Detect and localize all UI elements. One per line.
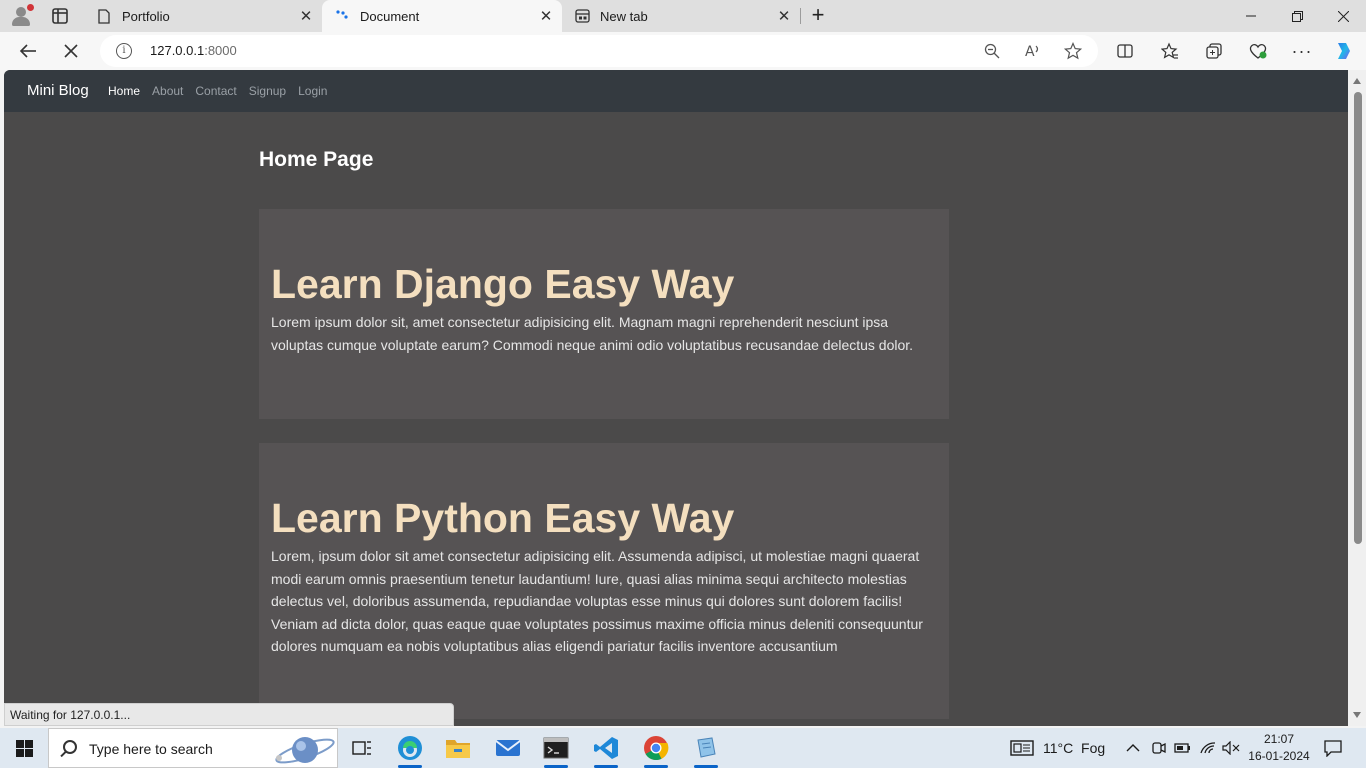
tab-actions-icon[interactable] — [50, 6, 70, 26]
tab-label: Portfolio — [122, 8, 170, 24]
clock-time: 21:07 — [1263, 732, 1295, 746]
edge-app-icon[interactable] — [386, 728, 434, 768]
weather-news-icon — [1010, 740, 1034, 756]
new-tab-button[interactable]: + — [806, 4, 830, 28]
scrollbar-thumb[interactable] — [1354, 92, 1362, 544]
nav-link-home[interactable]: Home — [108, 84, 140, 98]
svg-text:A: A — [1025, 44, 1035, 59]
tab-label: New tab — [600, 8, 648, 24]
nav-link-login[interactable]: Login — [298, 84, 327, 98]
tab-close-icon[interactable]: ✕ — [534, 4, 558, 28]
search-placeholder: Type here to search — [89, 741, 213, 757]
tab-close-icon[interactable]: ✕ — [294, 4, 318, 28]
post-title: Learn Django Easy Way — [271, 261, 735, 307]
search-icon — [63, 740, 77, 754]
task-view-icon[interactable] — [338, 728, 386, 768]
status-bubble: Waiting for 127.0.0.1... — [4, 703, 454, 726]
clock-date: 16-01-2024 — [1248, 749, 1310, 763]
battery-plug-icon[interactable] — [1174, 728, 1192, 768]
meet-now-icon[interactable] — [1150, 728, 1166, 768]
weather-widget[interactable]: 11°C Fog — [1010, 728, 1105, 768]
site-brand-link[interactable]: Mini Blog — [27, 82, 89, 99]
nav-link-about[interactable]: About — [152, 84, 183, 98]
tab-close-icon[interactable]: ✕ — [772, 4, 796, 28]
file-explorer-icon[interactable] — [434, 728, 482, 768]
vscode-app-icon[interactable] — [582, 728, 630, 768]
address-bar[interactable]: i 127.0.0.1:8000 A — [100, 35, 1098, 67]
post-body: Lorem, ipsum dolor sit amet consectetur … — [271, 548, 923, 654]
collections-icon[interactable] — [1199, 36, 1229, 66]
show-hidden-icons-chevron-icon[interactable] — [1126, 728, 1140, 768]
close-window-icon[interactable] — [1320, 0, 1366, 32]
taskbar-search-box[interactable]: Type here to search — [48, 728, 338, 768]
start-button[interactable] — [0, 728, 48, 768]
terminal-app-icon[interactable] — [532, 728, 580, 768]
post-card: Learn Django Easy Way Lorem ipsum dolor … — [259, 209, 949, 419]
tab-portfolio[interactable]: Portfolio ✕ — [84, 0, 322, 32]
tab-separator — [800, 8, 801, 24]
browser-essentials-icon[interactable] — [1243, 36, 1273, 66]
notepad-app-icon[interactable] — [682, 728, 730, 768]
url-port: :8000 — [204, 43, 237, 58]
site-navbar: Mini Blog Home About Contact Signup Logi… — [4, 70, 1348, 112]
tab-new-tab[interactable]: New tab ✕ — [562, 0, 800, 32]
stop-loading-icon[interactable] — [56, 36, 86, 66]
read-aloud-icon[interactable]: A — [1023, 41, 1043, 61]
page-title: Home Page — [259, 148, 374, 171]
post-card: Learn Python Easy Way Lorem, ipsum dolor… — [259, 443, 949, 719]
site-nav: Home About Contact Signup Login — [108, 84, 327, 98]
wifi-icon[interactable] — [1200, 728, 1218, 768]
newtab-icon — [574, 8, 590, 24]
more-options-icon[interactable]: ··· — [1287, 36, 1317, 66]
windows-logo-icon — [15, 739, 33, 757]
url-host: 127.0.0.1 — [150, 43, 205, 58]
tab-label: Document — [360, 8, 420, 24]
profile-avatar-icon[interactable] — [10, 4, 34, 27]
notifications-icon[interactable] — [1324, 728, 1342, 768]
taskbar-clock[interactable]: 21:07 16-01-2024 — [1244, 731, 1314, 765]
browser-toolbar: i 127.0.0.1:8000 A ··· — [0, 32, 1366, 70]
site-info-icon[interactable]: i — [116, 43, 132, 59]
favorite-star-icon[interactable] — [1063, 41, 1083, 61]
zoom-out-icon[interactable] — [982, 41, 1002, 61]
scroll-up-arrow-icon[interactable] — [1353, 78, 1361, 84]
post-body: Lorem ipsum dolor sit, amet consectetur … — [271, 314, 914, 353]
search-highlight-planet-icon — [275, 737, 335, 764]
url-text[interactable]: 127.0.0.1:8000 — [150, 43, 237, 58]
restore-icon[interactable] — [1274, 0, 1320, 32]
web-page: Mini Blog Home About Contact Signup Logi… — [4, 70, 1348, 726]
minimize-icon[interactable] — [1228, 0, 1274, 32]
nav-link-signup[interactable]: Signup — [249, 84, 286, 98]
loading-icon — [334, 8, 350, 24]
post-title: Learn Python Easy Way — [271, 495, 735, 541]
nav-link-contact[interactable]: Contact — [195, 84, 236, 98]
page-scrollbar[interactable] — [1348, 70, 1366, 726]
page-icon — [96, 8, 112, 24]
back-arrow-icon[interactable] — [13, 36, 43, 66]
tab-document[interactable]: Document ✕ — [322, 0, 562, 32]
browser-tab-strip: Portfolio ✕ Document ✕ New tab ✕ + — [0, 0, 1366, 32]
favorites-icon[interactable] — [1155, 36, 1185, 66]
mail-app-icon[interactable] — [484, 728, 532, 768]
windows-taskbar: Type here to search 11°C Fog 21:07 16-01… — [0, 728, 1366, 768]
weather-text: 11°C Fog — [1043, 740, 1106, 756]
split-screen-icon[interactable] — [1110, 36, 1140, 66]
chrome-app-icon[interactable] — [632, 728, 680, 768]
volume-muted-icon[interactable] — [1222, 728, 1240, 768]
scroll-down-arrow-icon[interactable] — [1353, 712, 1361, 718]
copilot-icon[interactable] — [1328, 36, 1358, 66]
